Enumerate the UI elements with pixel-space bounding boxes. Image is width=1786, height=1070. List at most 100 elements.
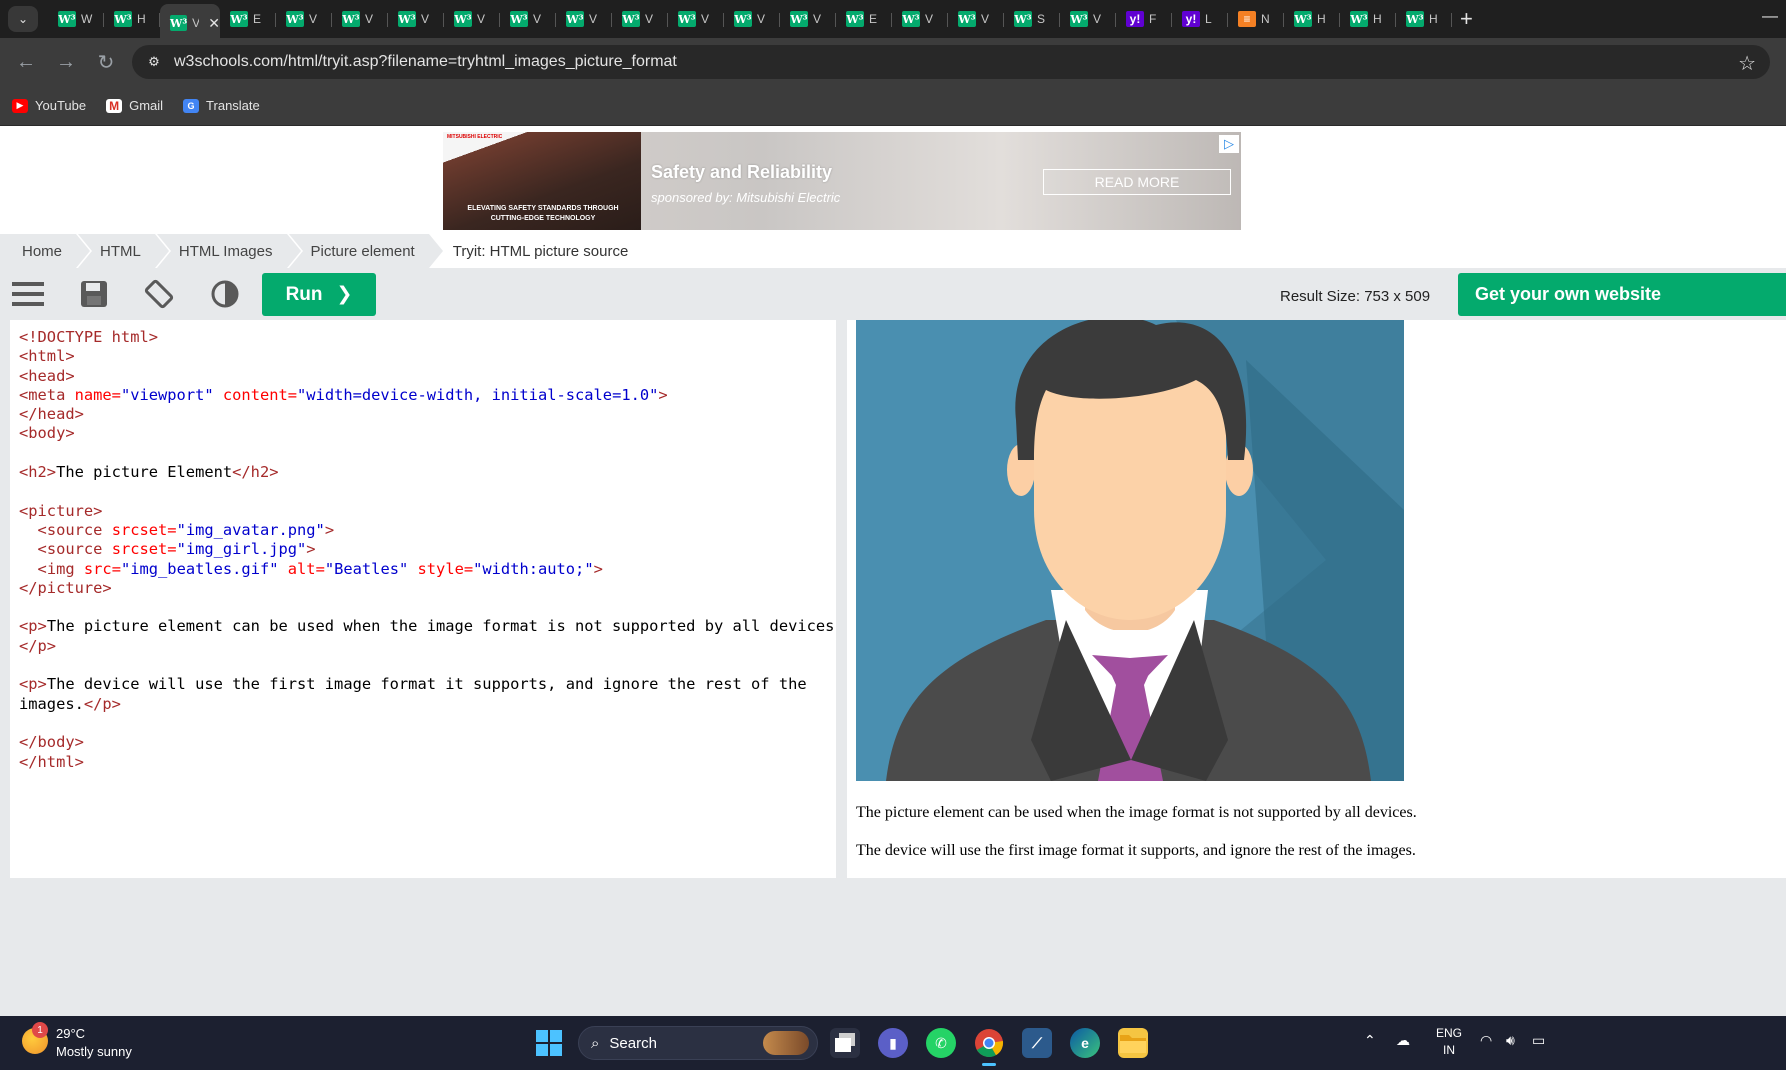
whatsapp-icon[interactable]: ✆ <box>926 1028 956 1058</box>
browser-tab[interactable]: W³ H <box>1396 4 1452 34</box>
browser-tab[interactable]: W³ V <box>332 4 388 34</box>
browser-tab[interactable]: W³ V <box>1060 4 1116 34</box>
browser-tab[interactable]: W³ V <box>444 4 500 34</box>
browser-tab[interactable]: W³ H <box>104 4 160 34</box>
browser-tab[interactable]: W³ W <box>48 4 104 34</box>
code-line[interactable] <box>19 598 827 617</box>
site-info-icon[interactable]: ⚙ <box>142 50 166 74</box>
bookmark-translate[interactable]: G Translate <box>183 98 260 113</box>
code-line[interactable]: <img src="img_beatles.gif" alt="Beatles"… <box>19 560 827 579</box>
theme-toggle-icon[interactable] <box>209 278 241 310</box>
w3schools-favicon-icon: W³ <box>114 11 132 27</box>
breadcrumb-html-images[interactable]: HTML Images <box>156 234 303 268</box>
bookmark-star-icon[interactable]: ☆ <box>1738 51 1756 76</box>
browser-tab[interactable]: W³ S <box>1004 4 1060 34</box>
code-line[interactable]: </picture> <box>19 579 827 598</box>
breadcrumb-picture-element[interactable]: Picture element <box>288 234 445 268</box>
tray-overflow-chevron-icon[interactable]: ⌃ <box>1364 1032 1376 1049</box>
code-line[interactable] <box>19 714 827 733</box>
browser-tab[interactable]: y! F <box>1116 4 1172 34</box>
reload-button[interactable]: ↻ <box>86 42 126 82</box>
browser-tab[interactable]: W³ V <box>948 4 1004 34</box>
code-line[interactable] <box>19 656 827 675</box>
code-line[interactable]: <body> <box>19 424 827 443</box>
browser-tab[interactable]: y! L <box>1172 4 1228 34</box>
code-line[interactable]: <picture> <box>19 502 827 521</box>
code-line[interactable]: </body> <box>19 733 827 752</box>
tab-list: W³ W W³ H W³ V ✕ W³ E W³ V W³ V W³ V W³ V W³ V W³ V W³ V W³ V W³ V… <box>48 0 1473 42</box>
code-line[interactable]: </head> <box>19 405 827 424</box>
code-line[interactable]: <h2>The picture Element</h2> <box>19 463 827 482</box>
url-text[interactable]: w3schools.com/html/tryit.asp?filename=tr… <box>174 53 677 71</box>
ad-read-more-button[interactable]: READ MORE <box>1043 169 1231 195</box>
browser-tab[interactable]: W³ V <box>892 4 948 34</box>
code-line[interactable]: <!DOCTYPE html> <box>19 328 827 347</box>
code-line[interactable]: <html> <box>19 347 827 366</box>
volume-icon[interactable]: 🔊︎ <box>1506 1032 1515 1049</box>
close-tab-icon[interactable]: ✕ <box>208 15 220 32</box>
advertisement-banner[interactable]: MITSUBISHI ELECTRIC ELEVATING SAFETY STA… <box>443 132 1241 230</box>
get-own-website-button[interactable]: Get your own website <box>1458 273 1786 316</box>
browser-tab[interactable]: ≡ N <box>1228 4 1284 34</box>
code-line[interactable] <box>19 444 827 463</box>
browser-tab[interactable]: W³ V <box>556 4 612 34</box>
minimize-icon[interactable]: — <box>1762 8 1778 26</box>
browser-tab[interactable]: W³ V <box>276 4 332 34</box>
wifi-icon[interactable]: ◠ <box>1480 1032 1492 1049</box>
task-view-icon[interactable] <box>830 1028 860 1058</box>
bookmark-gmail[interactable]: M Gmail <box>106 98 163 113</box>
code-line[interactable]: <meta name="viewport" content="width=dev… <box>19 386 827 405</box>
weather-condition[interactable]: Mostly sunny <box>56 1044 132 1059</box>
bookmark-youtube[interactable]: ▶ YouTube <box>12 98 86 113</box>
start-button[interactable] <box>536 1030 562 1056</box>
code-editor-app-icon[interactable]: ⟋ <box>1022 1028 1052 1058</box>
onedrive-cloud-icon[interactable]: ☁ <box>1396 1032 1410 1049</box>
teams-chat-icon[interactable]: ▮ <box>878 1028 908 1058</box>
browser-tab[interactable]: W³ V <box>500 4 556 34</box>
code-editor[interactable]: <!DOCTYPE html> <html> <head> <meta name="v… <box>10 320 836 878</box>
code-line[interactable]: </p> <box>19 637 827 656</box>
code-line[interactable]: images.</p> <box>19 695 827 714</box>
edge-icon[interactable]: e <box>1070 1028 1100 1058</box>
browser-tab[interactable]: W³ H <box>1284 4 1340 34</box>
taskbar-search[interactable]: ⌕ Search <box>578 1026 818 1060</box>
code-text[interactable]: <!DOCTYPE html> <html> <head> <meta name="v… <box>19 328 836 772</box>
code-line[interactable]: <p>The device will use the first image f… <box>19 675 827 694</box>
translate-icon: G <box>183 98 200 113</box>
browser-tab[interactable]: W³ E <box>220 4 276 34</box>
code-line[interactable]: <source srcset="img_girl.jpg"> <box>19 540 827 559</box>
browser-tab[interactable]: W³ V <box>612 4 668 34</box>
battery-icon[interactable]: ▭ <box>1532 1032 1545 1049</box>
menu-icon[interactable] <box>12 278 44 310</box>
code-line[interactable]: <p>The picture element can be used when … <box>19 617 836 636</box>
language-indicator[interactable]: ENG IN <box>1436 1025 1462 1059</box>
new-tab-button[interactable]: + <box>1460 6 1473 32</box>
save-icon[interactable] <box>78 278 110 310</box>
run-button[interactable]: Run ❯ <box>262 273 376 316</box>
address-bar[interactable]: ⚙ w3schools.com/html/tryit.asp?filename=… <box>132 45 1770 79</box>
w3schools-favicon-icon: W³ <box>566 11 584 27</box>
chrome-icon[interactable] <box>974 1028 1004 1066</box>
weather-temperature[interactable]: 29°C <box>56 1026 85 1041</box>
back-button[interactable]: ← <box>6 42 46 82</box>
tab-title: N <box>1261 12 1270 26</box>
arrow-left-icon: ← <box>16 50 36 73</box>
tab-search-button[interactable]: ⌄ <box>8 6 38 32</box>
code-line[interactable]: <source srcset="img_avatar.png"> <box>19 521 827 540</box>
w3schools-favicon-icon: W³ <box>58 11 76 27</box>
browser-tab[interactable]: W³ H <box>1340 4 1396 34</box>
code-line[interactable] <box>19 482 827 501</box>
browser-tab[interactable]: W³ V <box>780 4 836 34</box>
browser-tab[interactable]: W³ E <box>836 4 892 34</box>
code-line[interactable]: <head> <box>19 367 827 386</box>
file-explorer-icon[interactable] <box>1118 1028 1148 1058</box>
rotate-layout-icon[interactable] <box>143 278 175 310</box>
ad-choices-icon[interactable]: ▷ <box>1219 135 1239 153</box>
browser-tab[interactable]: W³ V <box>668 4 724 34</box>
forward-button[interactable]: → <box>46 42 86 82</box>
browser-tab[interactable]: W³ V <box>388 4 444 34</box>
breadcrumb-home[interactable]: Home <box>0 234 93 268</box>
browser-tab[interactable]: W³ V <box>724 4 780 34</box>
browser-tab[interactable]: W³ V ✕ <box>160 4 220 42</box>
code-line[interactable]: </html> <box>19 753 827 772</box>
